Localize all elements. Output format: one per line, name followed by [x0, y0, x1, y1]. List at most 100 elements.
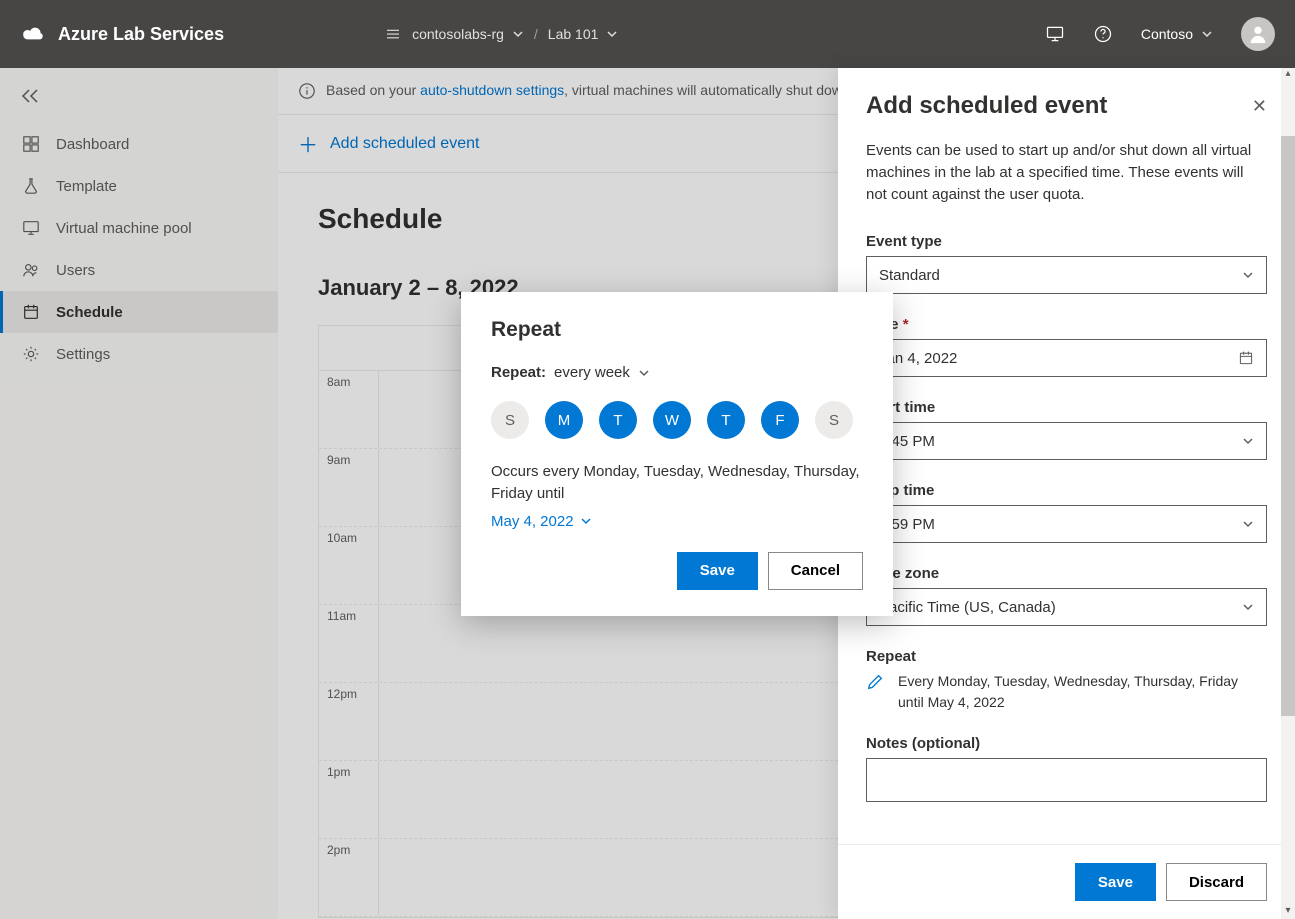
gear-icon — [22, 345, 40, 363]
day-toggle[interactable]: W — [653, 401, 691, 439]
field-repeat: Repeat Every Monday, Tuesday, Wednesday,… — [866, 648, 1267, 713]
day-toggle[interactable]: M — [545, 401, 583, 439]
scroll-up-arrow[interactable]: ▴ — [1281, 68, 1295, 82]
repeat-modal: Repeat Repeat: every week SMTWTFS Occurs… — [461, 292, 893, 616]
event-type-select[interactable]: Standard — [866, 256, 1267, 294]
day-toggle[interactable]: F — [761, 401, 799, 439]
chevron-down-icon — [606, 28, 618, 40]
notes-textarea[interactable] — [866, 758, 1267, 802]
product-logo[interactable]: Azure Lab Services — [20, 23, 224, 45]
day-toggle[interactable]: T — [599, 401, 637, 439]
sidebar-item-users[interactable]: Users — [0, 249, 278, 291]
chevron-down-icon — [1242, 518, 1254, 530]
sidebar-item-label: Dashboard — [56, 136, 129, 153]
panel-save-button[interactable]: Save — [1075, 863, 1156, 901]
plus-icon: ＋ — [298, 129, 318, 158]
repeat-frequency-row: Repeat: every week — [491, 364, 863, 381]
breadcrumb-separator: / — [534, 26, 538, 42]
flask-icon — [22, 177, 40, 195]
sidebar-item-label: Settings — [56, 346, 110, 363]
breadcrumb-resource-group[interactable]: contosolabs-rg — [412, 26, 524, 42]
help-icon[interactable] — [1093, 24, 1113, 44]
sidebar-item-schedule[interactable]: Schedule — [0, 291, 278, 333]
field-date: Date * Jan 4, 2022 — [866, 316, 1267, 377]
panel-body: Events can be used to start up and/or sh… — [838, 130, 1295, 844]
field-stop-time: Stop time 5:59 PM — [866, 482, 1267, 543]
time-label: 10am — [319, 527, 379, 604]
time-label: 2pm — [319, 839, 379, 916]
scrollbar-thumb[interactable] — [1281, 136, 1295, 716]
until-date-picker[interactable]: May 4, 2022 — [491, 513, 863, 530]
breadcrumb: contosolabs-rg / Lab 101 — [384, 25, 618, 43]
sidebar-item-template[interactable]: Template — [0, 165, 278, 207]
info-icon — [298, 82, 316, 100]
time-zone-select[interactable]: Pacific Time (US, Canada) — [866, 588, 1267, 626]
topbar-right: Contoso — [1045, 17, 1275, 51]
modal-save-button[interactable]: Save — [677, 552, 758, 590]
field-time-zone: Time zone Pacific Time (US, Canada) — [866, 565, 1267, 626]
cloud-icon — [20, 23, 46, 45]
sidebar-item-vm-pool[interactable]: Virtual machine pool — [0, 207, 278, 249]
chevron-down-icon — [580, 515, 592, 527]
monitor-icon[interactable] — [1045, 24, 1065, 44]
calendar-icon — [22, 303, 40, 321]
field-start-time: Start time 3:45 PM — [866, 399, 1267, 460]
calendar-icon — [1238, 350, 1254, 366]
repeat-summary-row: Every Monday, Tuesday, Wednesday, Thursd… — [866, 671, 1267, 713]
collapse-sidebar-button[interactable] — [0, 88, 278, 123]
breadcrumb-lab[interactable]: Lab 101 — [548, 26, 619, 42]
time-label: 8am — [319, 371, 379, 448]
stop-time-select[interactable]: 5:59 PM — [866, 505, 1267, 543]
account-label: Contoso — [1141, 26, 1193, 42]
time-label: 1pm — [319, 761, 379, 838]
panel-discard-button[interactable]: Discard — [1166, 863, 1267, 901]
breadcrumb-rg-label: contosolabs-rg — [412, 26, 504, 42]
sidebar-item-label: Schedule — [56, 304, 123, 321]
day-toggle[interactable]: T — [707, 401, 745, 439]
day-toggle[interactable]: S — [491, 401, 529, 439]
add-event-panel: Add scheduled event ✕ Events can be used… — [838, 68, 1295, 919]
stop-time-label: Stop time — [866, 482, 1267, 499]
breadcrumb-lab-label: Lab 101 — [548, 26, 599, 42]
scrollbar[interactable] — [1281, 68, 1295, 919]
occurs-text: Occurs every Monday, Tuesday, Wednesday,… — [491, 461, 863, 505]
users-icon — [22, 261, 40, 279]
panel-header: Add scheduled event ✕ — [838, 68, 1295, 130]
panel-footer: Save Discard — [838, 844, 1295, 919]
sidebar-item-settings[interactable]: Settings — [0, 333, 278, 375]
time-label: 12pm — [319, 683, 379, 760]
chevron-down-icon — [512, 28, 524, 40]
modal-actions: Save Cancel — [491, 552, 863, 590]
sidebar-item-dashboard[interactable]: Dashboard — [0, 123, 278, 165]
account-menu[interactable]: Contoso — [1141, 26, 1213, 42]
close-panel-button[interactable]: ✕ — [1252, 96, 1267, 117]
chevron-down-icon — [1242, 435, 1254, 447]
modal-cancel-button[interactable]: Cancel — [768, 552, 863, 590]
date-label: Date * — [866, 316, 1267, 333]
sidebar-item-label: Users — [56, 262, 95, 279]
time-label: 11am — [319, 605, 379, 682]
panel-description: Events can be used to start up and/or sh… — [866, 140, 1267, 205]
repeat-summary: Every Monday, Tuesday, Wednesday, Thursd… — [898, 671, 1267, 713]
chevron-down-icon[interactable] — [638, 367, 650, 379]
date-input[interactable]: Jan 4, 2022 — [866, 339, 1267, 377]
dashboard-icon — [22, 135, 40, 153]
sidebar-item-label: Virtual machine pool — [56, 220, 192, 237]
double-chevron-left-icon — [20, 88, 40, 104]
repeat-frequency-label: Repeat: — [491, 364, 546, 381]
start-time-label: Start time — [866, 399, 1267, 416]
pencil-icon[interactable] — [866, 673, 884, 691]
event-type-label: Event type — [866, 233, 1267, 250]
resource-group-icon — [384, 25, 402, 43]
avatar[interactable] — [1241, 17, 1275, 51]
monitor-icon — [22, 219, 40, 237]
auto-shutdown-link[interactable]: auto-shutdown settings — [420, 82, 564, 98]
sidebar: Dashboard Template Virtual machine pool … — [0, 68, 278, 919]
add-event-label: Add scheduled event — [330, 135, 479, 153]
panel-title: Add scheduled event — [866, 92, 1107, 120]
day-toggle[interactable]: S — [815, 401, 853, 439]
field-notes: Notes (optional) — [866, 735, 1267, 802]
scroll-down-arrow[interactable]: ▾ — [1281, 905, 1295, 919]
chevron-down-icon — [1242, 601, 1254, 613]
start-time-select[interactable]: 3:45 PM — [866, 422, 1267, 460]
